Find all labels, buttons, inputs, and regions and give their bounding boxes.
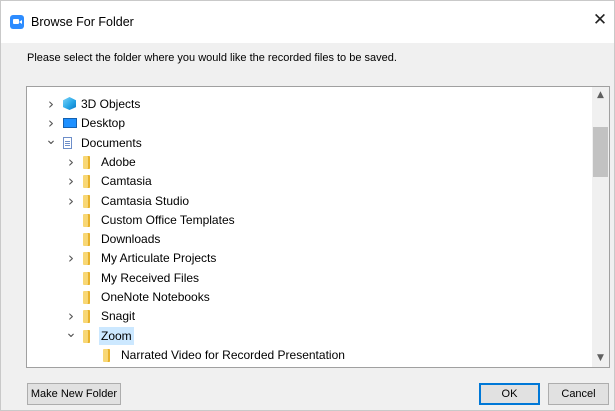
scrollbar-thumb[interactable] (593, 127, 608, 177)
tree-item[interactable]: › Desktop (27, 114, 592, 132)
chevron-right-icon[interactable]: › (45, 114, 57, 132)
chevron-right-icon[interactable]: › (65, 172, 77, 190)
tree-item-label: Documents (81, 135, 142, 150)
folder-tree-viewport: › 3D Objects › Desktop ⌄ Documents › Adobe › Camt… (27, 87, 592, 367)
folder-icon (83, 155, 90, 169)
tree-item-label: Camtasia (101, 174, 152, 189)
tree-item-label: Desktop (81, 116, 126, 131)
tree-item-label: My Received Files (101, 270, 200, 285)
chevron-down-icon[interactable]: ⌄ (65, 326, 77, 345)
tree-item[interactable]: › Adobe (27, 153, 592, 171)
tree-item[interactable]: Narrated Video for Recorded Presentation (27, 346, 592, 364)
ok-button[interactable]: OK (479, 383, 540, 405)
vertical-scrollbar[interactable]: ▲ ▼ (592, 87, 609, 367)
chevron-down-icon[interactable]: ⌄ (45, 133, 57, 152)
chevron-right-icon[interactable]: › (65, 307, 77, 325)
folder-tree[interactable]: › 3D Objects › Desktop ⌄ Documents › Adobe › Camt… (26, 86, 610, 368)
chevron-right-icon[interactable]: › (65, 192, 77, 210)
folder-icon (83, 271, 90, 285)
folder-icon (83, 175, 90, 189)
tree-item-label: Zoom (99, 326, 134, 345)
tree-item-label: Custom Office Templates (101, 212, 235, 227)
chevron-right-icon[interactable]: › (45, 95, 57, 113)
tree-item[interactable]: › 3D Objects (27, 95, 592, 113)
tree-item-label: 3D Objects (81, 97, 141, 111)
zoom-app-icon (10, 15, 24, 29)
scroll-up-arrow-icon[interactable]: ▲ (592, 87, 609, 104)
cancel-button[interactable]: Cancel (548, 383, 609, 405)
instruction-text: Please select the folder where you would… (27, 52, 397, 64)
tree-item[interactable]: Custom Office Templates (27, 211, 592, 229)
tree-item-label: OneNote Notebooks (101, 290, 210, 304)
tree-item[interactable]: OneNote Notebooks (27, 288, 592, 306)
folder-icon (83, 329, 90, 343)
folder-icon (83, 213, 90, 227)
title-bar: Browse For Folder ✕ (1, 1, 614, 43)
tree-item-label: Camtasia Studio (101, 193, 190, 208)
chevron-right-icon[interactable]: › (65, 249, 77, 267)
folder-icon (83, 252, 90, 266)
tree-item[interactable]: My Received Files (27, 269, 592, 287)
tree-item[interactable]: › Snagit (27, 307, 592, 325)
3d-objects-icon (63, 97, 76, 110)
tree-item[interactable]: › Camtasia Studio (27, 192, 592, 210)
close-button[interactable]: ✕ (586, 7, 614, 33)
browse-for-folder-dialog: Browse For Folder ✕ Please select the fo… (0, 0, 615, 411)
tree-item-label: My Articulate Projects (101, 251, 217, 266)
tree-item[interactable]: › Camtasia (27, 172, 592, 190)
window-title: Browse For Folder (31, 15, 134, 29)
folder-icon (83, 233, 90, 247)
tree-item-label: Snagit (101, 309, 136, 324)
tree-item[interactable]: › My Articulate Projects (27, 249, 592, 267)
desktop-icon (63, 118, 77, 129)
chevron-right-icon[interactable]: › (65, 153, 77, 171)
folder-icon (83, 194, 90, 208)
folder-icon (83, 310, 90, 324)
tree-item[interactable]: ⌄ Zoom (27, 326, 592, 345)
tree-item-label: Adobe (101, 154, 136, 169)
folder-icon (83, 291, 90, 304)
make-new-folder-button[interactable]: Make New Folder (27, 383, 121, 405)
tree-item[interactable]: ⌄ Documents (27, 133, 592, 152)
folder-icon (103, 348, 110, 362)
tree-item-label: Downloads (101, 232, 161, 247)
tree-item-label: Narrated Video for Recorded Presentation (121, 347, 345, 362)
documents-icon (63, 136, 72, 149)
tree-item[interactable]: Downloads (27, 230, 592, 248)
scroll-down-arrow-icon[interactable]: ▼ (592, 350, 609, 367)
